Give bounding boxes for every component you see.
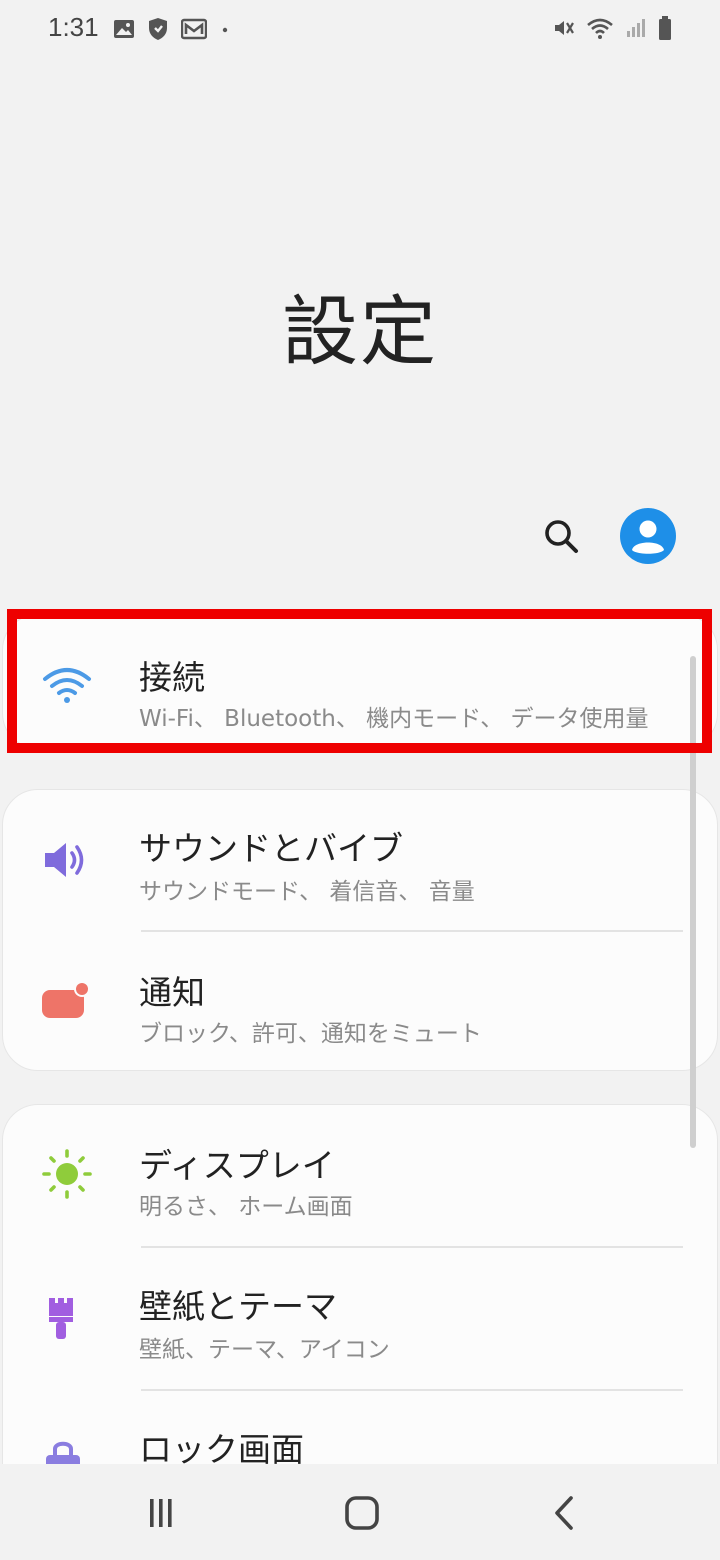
settings-card-connections: 接続 Wi-Fi、 Bluetooth、 機内モード、 データ使用量 — [2, 614, 718, 749]
item-subtitle: 壁紙、テーマ、アイコン — [139, 1337, 390, 1363]
mail-icon — [181, 18, 207, 40]
item-title: 壁紙とテーマ — [139, 1287, 337, 1326]
item-subtitle: 明るさ、 ホーム画面 — [139, 1194, 353, 1220]
wifi-icon — [587, 18, 613, 39]
recents-icon — [150, 1499, 172, 1527]
item-subtitle: Wi-Fi、 Bluetooth、 機内モード、 データ使用量 — [139, 706, 649, 732]
settings-card-sound-notifications: サウンドとバイブ サウンドモード、 着信音、 音量 通知 ブロック、許可、通知を… — [2, 789, 718, 1071]
settings-item-notifications[interactable]: 通知 ブロック、許可、通知をミュート — [3, 932, 717, 1070]
sun-icon — [42, 1149, 92, 1199]
shield-icon — [149, 18, 167, 40]
settings-card-display: ディスプレイ 明るさ、 ホーム画面 壁紙とテーマ 壁紙、テーマ、アイコン ロック… — [2, 1104, 718, 1524]
account-button[interactable] — [620, 508, 676, 564]
mute-vibrate-icon — [555, 21, 574, 35]
back-icon — [555, 1496, 573, 1530]
wifi-icon — [43, 668, 91, 703]
back-button[interactable] — [540, 1488, 590, 1538]
item-title: 接続 — [139, 658, 205, 697]
battery-icon — [659, 16, 671, 40]
item-title: ディスプレイ — [139, 1146, 335, 1185]
status-right-icons — [552, 15, 672, 41]
settings-item-display[interactable]: ディスプレイ 明るさ、 ホーム画面 — [3, 1105, 717, 1247]
settings-item-sound[interactable]: サウンドとバイブ サウンドモード、 着信音、 音量 — [3, 790, 717, 932]
speaker-icon — [45, 843, 84, 877]
home-icon — [345, 1496, 379, 1530]
scrollbar[interactable] — [690, 656, 696, 1148]
item-title: 通知 — [139, 973, 205, 1012]
notification-icon — [42, 981, 90, 1018]
brush-icon — [49, 1298, 73, 1339]
status-left-icons — [113, 17, 231, 41]
item-subtitle: ブロック、許可、通知をミュート — [139, 1021, 482, 1047]
signal-icon — [627, 19, 645, 37]
item-subtitle: サウンドモード、 着信音、 音量 — [139, 879, 475, 905]
settings-item-connections[interactable]: 接続 Wi-Fi、 Bluetooth、 機内モード、 データ使用量 — [3, 615, 717, 748]
item-title: サウンドとバイブ — [139, 829, 403, 868]
account-icon — [620, 508, 676, 564]
dot-icon — [222, 27, 228, 33]
settings-item-wallpaper[interactable]: 壁紙とテーマ 壁紙、テーマ、アイコン — [3, 1248, 717, 1390]
status-bar: 1:31 — [0, 0, 720, 60]
search-icon — [545, 520, 578, 553]
page-title: 設定 — [282, 287, 438, 376]
status-time: 1:31 — [48, 12, 99, 42]
navigation-bar — [0, 1464, 720, 1560]
recents-button[interactable] — [136, 1488, 186, 1538]
home-button[interactable] — [337, 1488, 387, 1538]
gallery-icon — [114, 20, 134, 38]
search-button[interactable] — [540, 515, 584, 559]
